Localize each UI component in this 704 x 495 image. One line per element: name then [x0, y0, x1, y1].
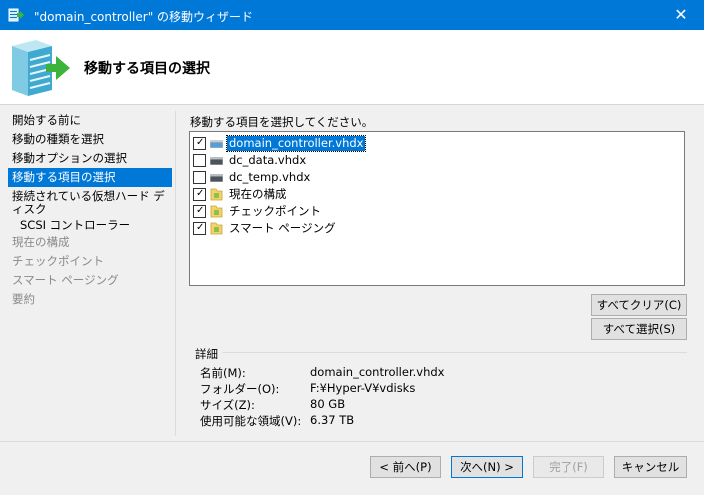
item-label: dc_data.vhdx [229, 152, 307, 167]
next-button[interactable]: 次へ(N) > [451, 456, 523, 478]
detail-value-free-space: 6.37 TB [310, 413, 355, 427]
page-title: 移動する項目の選択 [84, 61, 210, 77]
item-label: 現在の構成 [229, 186, 287, 201]
disk-icon [210, 174, 223, 182]
back-button[interactable]: < 前へ(P) [370, 456, 441, 478]
list-item[interactable]: ✓ 現在の構成 [193, 186, 289, 202]
details-divider [222, 352, 687, 353]
list-item[interactable]: ✓ スマート ページング [193, 220, 338, 236]
divider [175, 111, 176, 436]
item-checkbox[interactable]: ✓ [193, 204, 206, 218]
detail-label-name: 名前(M): [200, 366, 246, 380]
item-checkbox[interactable]: ✓ [193, 136, 206, 150]
clear-all-button[interactable]: すべてクリア(C) [591, 294, 687, 316]
detail-label-size: サイズ(Z): [200, 398, 255, 412]
item-checkbox[interactable] [193, 170, 206, 184]
step-choose-move-type[interactable]: 移動の種類を選択 [8, 130, 172, 149]
close-button[interactable]: ✕ [658, 0, 704, 30]
list-item[interactable]: ✓ チェックポイント [193, 203, 323, 219]
folder-icon [210, 222, 223, 235]
item-checkbox[interactable] [193, 153, 206, 167]
step-current-configuration: 現在の構成 [12, 235, 70, 249]
select-all-button[interactable]: すべて選択(S) [591, 318, 687, 340]
list-item[interactable]: ✓ domain_controller.vhdx [193, 134, 367, 152]
detail-label-free-space: 使用可能な領域(V): [200, 414, 302, 428]
step-checkpoints: チェックポイント [12, 254, 104, 268]
disk-icon [210, 140, 223, 148]
disk-icon [210, 157, 223, 165]
detail-value-size: 80 GB [310, 397, 346, 411]
step-summary: 要約 [12, 292, 35, 306]
wizard-header: 移動する項目の選択 [0, 30, 704, 105]
list-item[interactable]: dc_data.vhdx [193, 152, 308, 168]
item-checkbox[interactable]: ✓ [193, 187, 206, 201]
hyper-v-app-icon [8, 8, 24, 22]
step-attached-virtual-hard-disks[interactable]: 接続されている仮想ハード ディスク [8, 187, 172, 218]
step-move-options[interactable]: 移動オプションの選択 [8, 149, 172, 168]
item-label: dc_temp.vhdx [229, 169, 311, 184]
cancel-button[interactable]: キャンセル [614, 456, 687, 478]
window-title: "domain_controller" の移動ウィザード [34, 10, 254, 24]
detail-value-name: domain_controller.vhdx [310, 365, 445, 379]
folder-icon [210, 188, 223, 201]
folder-icon [210, 205, 223, 218]
server-move-icon [12, 40, 70, 96]
instruction-text: 移動する項目を選択してください。 [190, 115, 374, 129]
item-label: スマート ページング [229, 220, 336, 235]
item-label: domain_controller.vhdx [225, 134, 367, 152]
title-bar: "domain_controller" の移動ウィザード ✕ [0, 0, 704, 30]
detail-value-folder: F:¥Hyper-V¥vdisks [310, 381, 416, 395]
step-smart-paging: スマート ページング [12, 273, 119, 287]
detail-label-folder: フォルダー(O): [200, 382, 280, 396]
wizard-steps: 開始する前に 移動の種類を選択 移動オプションの選択 移動する項目の選択 接続さ… [8, 111, 172, 309]
item-label: チェックポイント [229, 203, 321, 218]
finish-button: 完了(F) [533, 456, 604, 478]
item-checkbox[interactable]: ✓ [193, 221, 206, 235]
footer-divider [0, 441, 704, 442]
step-select-items[interactable]: 移動する項目の選択 [8, 168, 172, 187]
step-before-you-begin[interactable]: 開始する前に [8, 111, 172, 130]
items-list[interactable]: ✓ domain_controller.vhdx dc_data.vhdx dc… [189, 131, 685, 286]
details-heading: 詳細 [195, 347, 218, 361]
step-scsi-controller[interactable]: SCSI コントローラー [8, 218, 172, 233]
list-item[interactable]: dc_temp.vhdx [193, 169, 312, 185]
